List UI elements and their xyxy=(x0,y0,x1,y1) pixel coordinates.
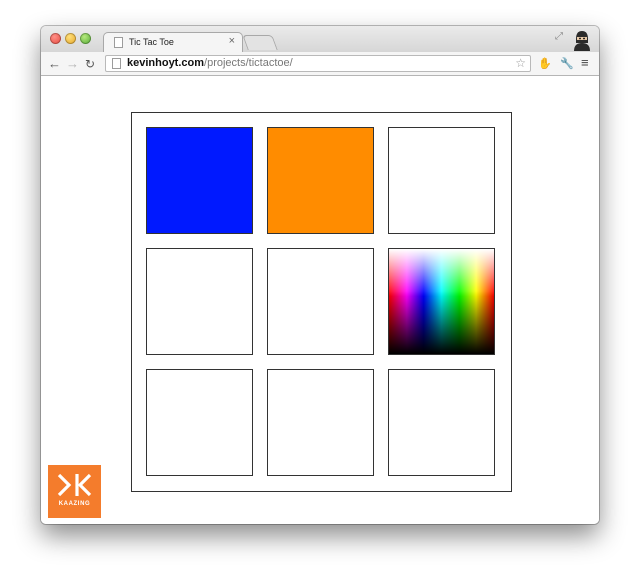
menu-icon[interactable]: ≡ xyxy=(581,55,589,70)
extension-icon[interactable]: ✋ xyxy=(538,57,552,70)
color-picker-cell[interactable] xyxy=(388,248,495,355)
tab-title: Tic Tac Toe xyxy=(129,37,174,47)
color-picker-black-fade xyxy=(389,249,494,354)
page-content: KAAZING xyxy=(41,76,599,524)
title-bar: Tic Tac Toe × ⤢ xyxy=(41,26,599,54)
url-text[interactable]: kevinhoyt.com/projects/tictactoe/ xyxy=(127,57,293,69)
board-cell-8[interactable] xyxy=(267,369,374,476)
board-cell-7[interactable] xyxy=(146,369,253,476)
reload-icon[interactable]: ↻ xyxy=(85,57,95,71)
board-cell-4[interactable] xyxy=(146,248,253,355)
tab-close-icon[interactable]: × xyxy=(229,35,235,47)
board-cell-3[interactable] xyxy=(388,127,495,234)
minimize-window-button[interactable] xyxy=(65,33,76,44)
board-cell-1[interactable] xyxy=(146,127,253,234)
url-path: /projects/tictactoe/ xyxy=(204,57,293,69)
zoom-window-button[interactable] xyxy=(80,33,91,44)
kaazing-logo-mark-icon xyxy=(57,473,92,497)
kaazing-logo[interactable]: KAAZING xyxy=(48,465,101,518)
board-cell-2[interactable] xyxy=(267,127,374,234)
url-host: kevinhoyt.com xyxy=(127,57,205,69)
browser-window: Tic Tac Toe × ⤢ ← → ↻ kevinhoyt.com/proj… xyxy=(41,26,599,524)
board-cell-5[interactable] xyxy=(267,248,374,355)
back-arrow-icon[interactable]: ← xyxy=(48,56,61,71)
close-window-button[interactable] xyxy=(50,33,61,44)
forward-arrow-icon[interactable]: → xyxy=(66,56,79,71)
page-icon xyxy=(114,37,123,48)
tab-tic-tac-toe[interactable]: Tic Tac Toe × xyxy=(103,32,243,54)
browser-toolbar: ← → ↻ kevinhoyt.com/projects/tictactoe/ … xyxy=(41,52,599,76)
tic-tac-toe-board xyxy=(131,112,512,492)
incognito-ninja-icon xyxy=(574,31,590,51)
logo-text: KAAZING xyxy=(58,501,91,507)
address-bar[interactable]: kevinhoyt.com/projects/tictactoe/ ☆ xyxy=(105,55,531,72)
fullscreen-icon[interactable]: ⤢ xyxy=(555,31,563,42)
page-icon xyxy=(112,58,121,69)
board-cell-9[interactable] xyxy=(388,369,495,476)
wrench-icon[interactable]: 🔧 xyxy=(560,57,574,70)
new-tab-button[interactable] xyxy=(242,35,278,50)
bookmark-star-icon[interactable]: ☆ xyxy=(515,56,526,70)
